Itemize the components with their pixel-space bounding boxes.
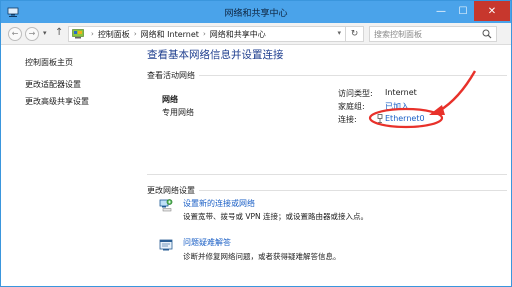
address-dropdown-icon[interactable]: ▾ (337, 29, 341, 37)
ethernet-connection-link[interactable]: Ethernet0 (385, 114, 425, 123)
maximize-button[interactable]: ☐ (452, 1, 474, 21)
address-bar: ← → ▾ ↑ › 控制面板 › 网络和 Internet › 网络和共享中心 … (1, 23, 511, 45)
back-button[interactable]: ← (8, 27, 22, 41)
main-content: 查看基本网络信息并设置连接 查看活动网络 网络 专用网络 访问类型: Inter… (147, 45, 507, 286)
breadcrumb-separator-icon: › (133, 30, 137, 38)
search-box[interactable] (369, 26, 497, 42)
divider (199, 190, 507, 191)
homegroup-label: 家庭组: (338, 102, 365, 111)
recent-locations-chevron-icon[interactable]: ▾ (43, 29, 47, 37)
search-input[interactable] (374, 28, 478, 40)
divider (199, 75, 507, 76)
change-network-settings-heading: 更改网络设置 (147, 186, 195, 195)
active-networks-heading: 查看活动网络 (147, 71, 195, 80)
setup-new-connection-description: 设置宽带、拨号或 VPN 连接；或设置路由器或接入点。 (183, 212, 369, 221)
troubleshoot-problems-description: 诊断并修复网络问题，或者获得疑难解答信息。 (183, 252, 341, 261)
control-panel-icon (72, 29, 84, 39)
sidebar-item-advanced-sharing-settings[interactable]: 更改高级共享设置 (25, 96, 89, 107)
troubleshoot-icon[interactable] (159, 238, 173, 252)
network-name: 网络 (162, 95, 178, 104)
network-type: 专用网络 (162, 108, 194, 117)
close-button[interactable]: ✕ (474, 1, 510, 21)
setup-new-connection-link[interactable]: 设置新的连接或网络 (183, 198, 255, 209)
sidebar: 控制面板主页 更改适配器设置 更改高级共享设置 (1, 45, 129, 286)
breadcrumb-separator-icon: › (202, 30, 206, 38)
access-type-label: 访问类型: (338, 89, 373, 98)
forward-button[interactable]: → (25, 27, 39, 41)
breadcrumb[interactable]: › 控制面板 › 网络和 Internet › 网络和共享中心 ▾ (68, 26, 346, 42)
breadcrumb-control-panel[interactable]: 控制面板 (98, 29, 130, 40)
minimize-button[interactable]: — (430, 1, 452, 21)
breadcrumb-network-sharing-center[interactable]: 网络和共享中心 (210, 29, 266, 40)
ethernet-icon (377, 114, 383, 123)
access-type-value: Internet (385, 88, 417, 97)
connections-label: 连接: (338, 115, 357, 124)
network-sharing-center-window: 网络和共享中心 — ☐ ✕ ← → ▾ ↑ › 控制面板 › 网络和 Inter… (0, 0, 512, 287)
page-title: 查看基本网络信息并设置连接 (147, 49, 284, 61)
network-setup-icon[interactable] (159, 198, 173, 212)
divider (147, 174, 507, 175)
breadcrumb-separator-icon: › (91, 30, 94, 38)
sidebar-item-change-adapter-settings[interactable]: 更改适配器设置 (25, 79, 81, 90)
up-button[interactable]: ↑ (55, 27, 63, 38)
refresh-button[interactable]: ↻ (346, 26, 364, 42)
breadcrumb-network-internet[interactable]: 网络和 Internet (141, 29, 199, 40)
sidebar-item-control-panel-home[interactable]: 控制面板主页 (25, 57, 73, 68)
title-bar[interactable]: 网络和共享中心 — ☐ ✕ (1, 1, 511, 23)
search-icon[interactable] (482, 29, 492, 39)
homegroup-link[interactable]: 已加入 (385, 101, 409, 112)
troubleshoot-problems-link[interactable]: 问题疑难解答 (183, 237, 231, 248)
